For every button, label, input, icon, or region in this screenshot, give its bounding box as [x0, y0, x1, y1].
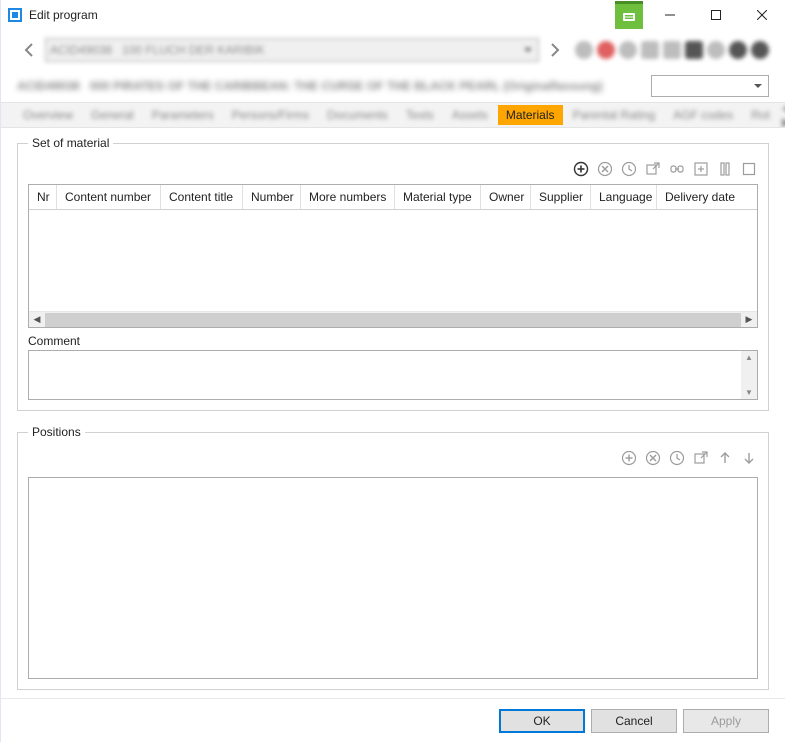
move-up-icon[interactable] [716, 449, 734, 467]
tab-general[interactable]: General [83, 105, 142, 125]
materials-tab-content: Set of material Nr Content number Conten… [1, 128, 785, 698]
add-icon[interactable] [572, 160, 590, 178]
cancel-button[interactable]: Cancel [591, 709, 677, 733]
nav-toolbar: ACID49038 100 FLUCH DER KARIBIK [1, 30, 785, 70]
tab-texts[interactable]: Texts [398, 105, 442, 125]
tab-agf-codes[interactable]: AGF codes [665, 105, 741, 125]
positions-group: Positions [17, 425, 769, 690]
scroll-down-icon[interactable]: ▼ [745, 388, 753, 397]
scroll-up-icon[interactable]: ▲ [745, 353, 753, 362]
nav-back-button[interactable] [17, 38, 41, 62]
history-icon[interactable] [668, 449, 686, 467]
toolbar-icon[interactable] [619, 41, 637, 59]
link-icon[interactable] [668, 160, 686, 178]
set-of-material-legend: Set of material [28, 136, 113, 150]
col-supplier[interactable]: Supplier [531, 185, 591, 209]
subheader-combo[interactable] [651, 75, 769, 97]
tab-overview[interactable]: Overview [15, 105, 81, 125]
col-content-number[interactable]: Content number [57, 185, 161, 209]
col-number[interactable]: Number [243, 185, 301, 209]
toolbar-icon[interactable] [575, 41, 593, 59]
col-nr[interactable]: Nr [29, 185, 57, 209]
col-owner[interactable]: Owner [481, 185, 531, 209]
materials-table-body [29, 210, 757, 311]
toolbar-icon[interactable] [685, 41, 703, 59]
titlebar: Edit program [1, 0, 785, 30]
subheader: ACID49038 000 PIRATES OF THE CARIBBEAN: … [1, 70, 785, 102]
scroll-track[interactable] [45, 313, 741, 327]
tab-parameters[interactable]: Parameters [144, 105, 222, 125]
positions-toolbar [28, 447, 758, 473]
window-title: Edit program [29, 8, 615, 22]
positions-legend: Positions [28, 425, 85, 439]
toolbar-icon[interactable] [707, 41, 725, 59]
comment-textarea[interactable]: ▲▼ [28, 350, 758, 400]
tab-assets[interactable]: Assets [444, 105, 496, 125]
scroll-left-icon[interactable]: ◀ [29, 314, 45, 325]
app-icon [7, 7, 23, 23]
program-selector-combo[interactable]: ACID49038 100 FLUCH DER KARIBIK [45, 38, 539, 62]
add-icon[interactable] [620, 449, 638, 467]
tab-parental-rating[interactable]: Parental Rating [565, 105, 664, 125]
close-button[interactable] [739, 0, 785, 30]
comment-label: Comment [28, 334, 758, 348]
expand-icon[interactable] [692, 160, 710, 178]
toolbar-icon[interactable] [751, 41, 769, 59]
materials-table-hscroll[interactable]: ◀ ▶ [29, 311, 757, 327]
column-icon[interactable] [716, 160, 734, 178]
delete-icon[interactable] [644, 449, 662, 467]
edit-program-window: Edit program ACID49038 100 FLUCH DER KAR… [0, 0, 785, 742]
materials-table[interactable]: Nr Content number Content title Number M… [28, 184, 758, 328]
positions-list[interactable] [28, 477, 758, 679]
dialog-footer: OK Cancel Apply [1, 698, 785, 742]
history-icon[interactable] [620, 160, 638, 178]
tab-materials[interactable]: Materials [498, 105, 563, 125]
toolbar-icon[interactable] [597, 41, 615, 59]
col-more-numbers[interactable]: More numbers [301, 185, 395, 209]
set-of-material-toolbar [28, 158, 758, 184]
ok-button[interactable]: OK [499, 709, 585, 733]
delete-icon[interactable] [596, 160, 614, 178]
toolbar-icon[interactable] [641, 41, 659, 59]
col-delivery-date[interactable]: Delivery date [657, 185, 757, 209]
move-down-icon[interactable] [740, 449, 758, 467]
toolbar-icon[interactable] [729, 41, 747, 59]
tab-strip: Overview General Parameters Persons/Firm… [1, 102, 785, 128]
tab-rot[interactable]: Rot [743, 105, 778, 125]
checkbox-icon[interactable] [740, 160, 758, 178]
maximize-button[interactable] [693, 0, 739, 30]
minimize-button[interactable] [647, 0, 693, 30]
toolbar-action-icons [571, 41, 769, 59]
program-description: ACID49038 000 PIRATES OF THE CARIBBEAN: … [17, 79, 643, 93]
materials-table-header: Nr Content number Content title Number M… [29, 185, 757, 210]
tab-documents[interactable]: Documents [319, 105, 396, 125]
comment-scrollbar[interactable]: ▲▼ [741, 351, 757, 399]
col-material-type[interactable]: Material type [395, 185, 481, 209]
col-content-title[interactable]: Content title [161, 185, 243, 209]
open-external-icon[interactable] [692, 449, 710, 467]
title-badge-icon [615, 1, 643, 29]
col-language[interactable]: Language [591, 185, 657, 209]
scroll-right-icon[interactable]: ▶ [741, 314, 757, 325]
toolbar-icon[interactable] [663, 41, 681, 59]
nav-forward-button[interactable] [543, 38, 567, 62]
set-of-material-group: Set of material Nr Content number Conten… [17, 136, 769, 411]
open-external-icon[interactable] [644, 160, 662, 178]
apply-button: Apply [683, 709, 769, 733]
tab-persons-firms[interactable]: Persons/Firms [224, 105, 317, 125]
